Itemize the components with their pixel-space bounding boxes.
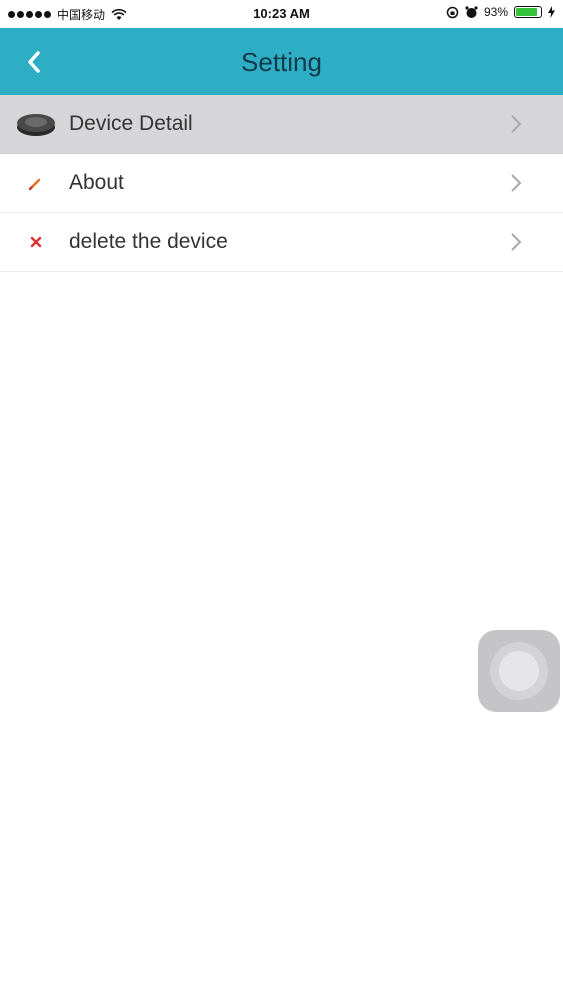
chevron-right-icon	[511, 115, 522, 133]
rotation-lock-icon	[446, 6, 459, 18]
settings-item-label: Device Detail	[69, 112, 193, 135]
navigation-bar: Setting	[0, 28, 563, 95]
assistive-touch-button[interactable]	[478, 630, 560, 712]
battery-icon	[514, 6, 542, 18]
pencil-icon	[16, 163, 56, 203]
status-bar: 中国移动 10:23 AM 93%	[0, 0, 563, 28]
settings-list: Device Detail About delete the device	[0, 95, 563, 272]
chevron-right-icon	[511, 233, 522, 251]
page-title: Setting	[241, 47, 322, 77]
robot-vacuum-icon	[16, 104, 56, 144]
settings-item-about[interactable]: About	[0, 154, 563, 213]
settings-item-label: About	[69, 171, 124, 194]
assistive-touch-icon	[490, 642, 548, 700]
settings-item-label: delete the device	[69, 230, 228, 253]
battery-percent: 93%	[483, 5, 508, 19]
settings-item-device-detail[interactable]: Device Detail	[0, 95, 563, 154]
charging-icon	[548, 6, 555, 18]
x-icon	[16, 222, 56, 262]
alarm-icon	[465, 5, 478, 18]
status-right: 93%	[446, 5, 555, 19]
chevron-right-icon	[511, 174, 522, 192]
settings-item-delete-device[interactable]: delete the device	[0, 213, 563, 272]
